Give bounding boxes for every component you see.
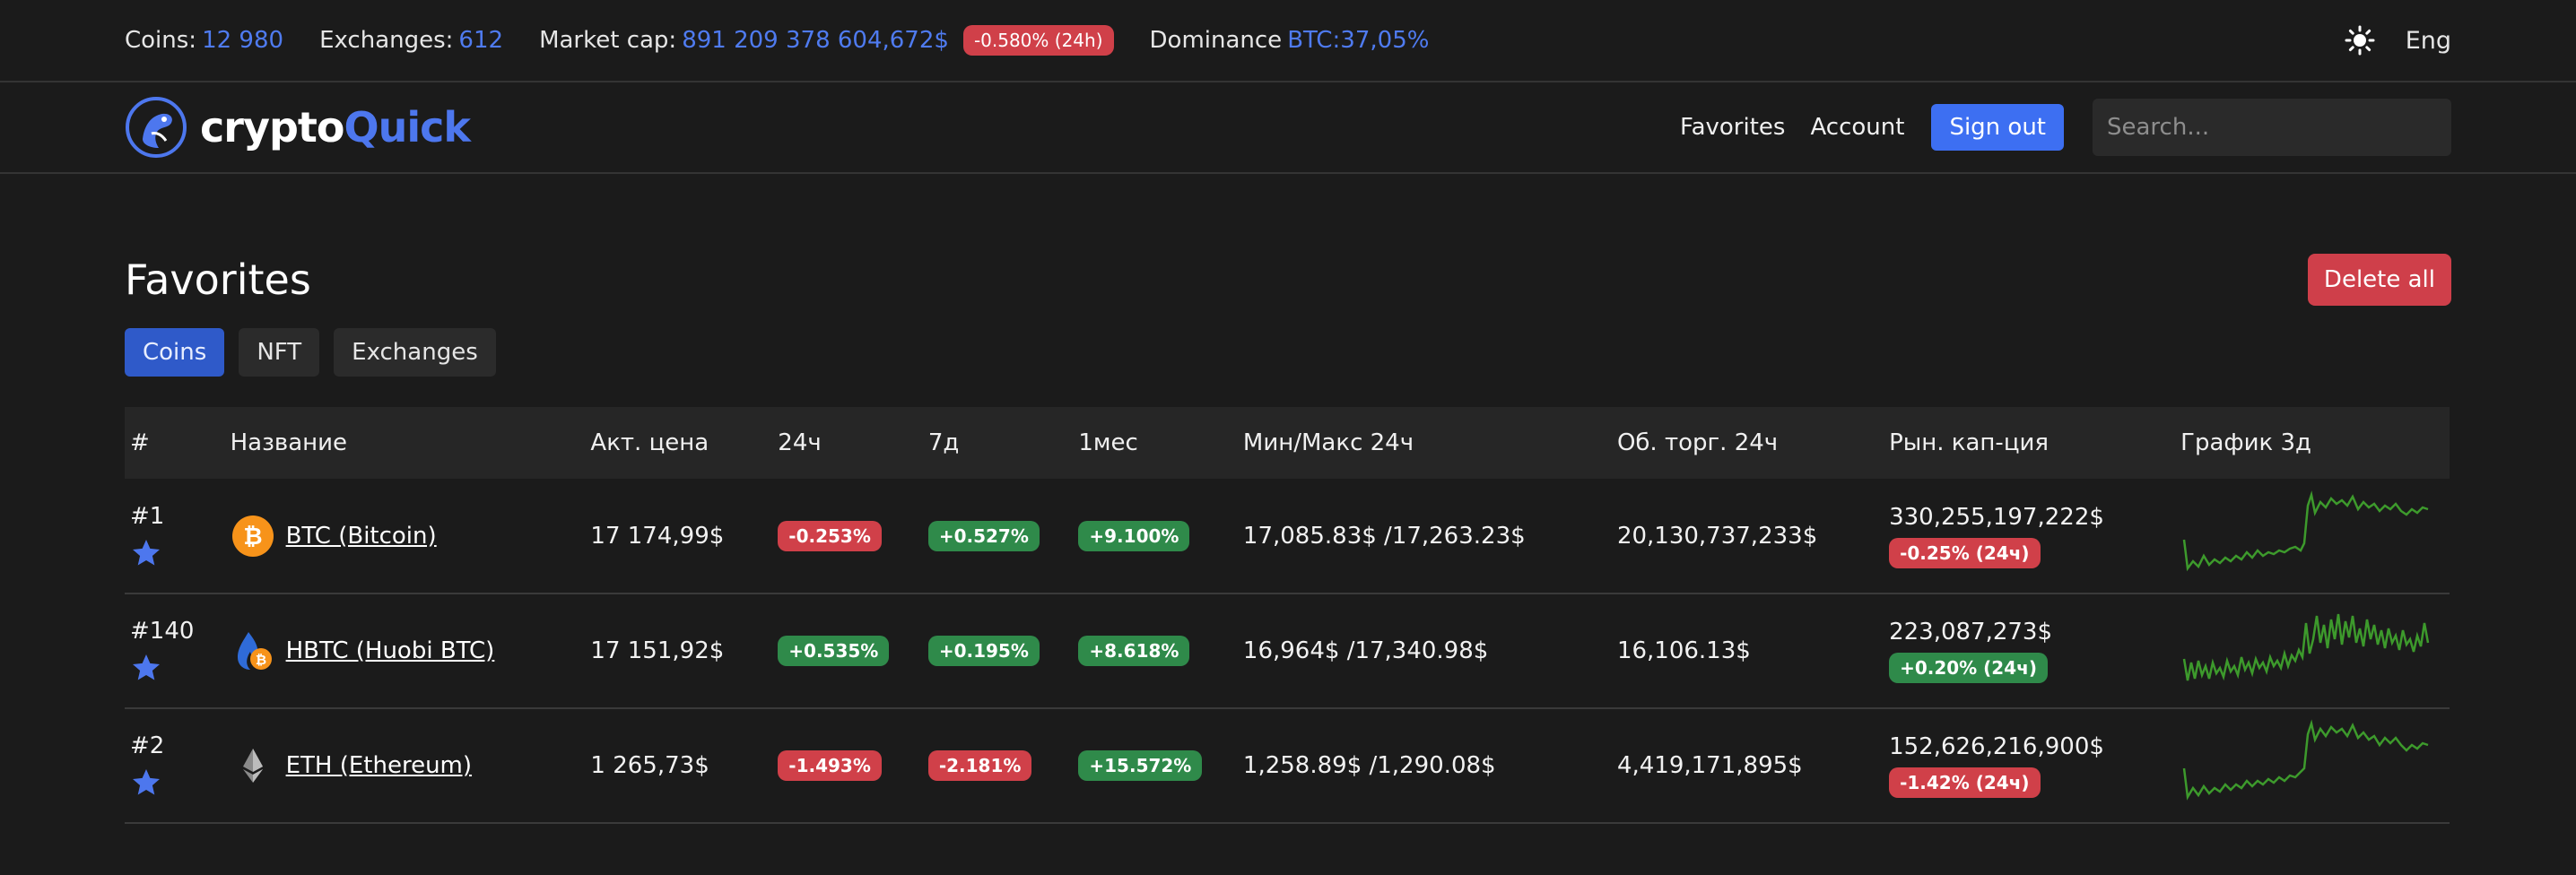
marketcap-cell: 223,087,273$ +0.20% (24ч) [1889, 619, 2175, 683]
marketcap-change-badge: +0.20% (24ч) [1889, 653, 2049, 683]
price-cell: 1 265,73$ [590, 752, 709, 779]
marketcap-cell: 330,255,197,222$ -0.25% (24ч) [1889, 504, 2175, 568]
rank-cell: #2 [130, 732, 225, 799]
table-row[interactable]: #140 ₿ HBTC (Huobi BTC) 17 151,92$ +0.53… [125, 593, 2450, 708]
delete-all-button[interactable]: Delete all [2307, 254, 2451, 306]
header-minmax[interactable]: Мин/Макс 24ч [1238, 407, 1612, 479]
tab-exchanges[interactable]: Exchanges [334, 328, 496, 377]
marketcap-change-badge: -0.25% (24ч) [1889, 537, 2041, 568]
marketcap-label: Market cap: [539, 27, 677, 54]
sparkline-chart [2182, 613, 2430, 680]
header-marketcap[interactable]: Рын. кап-ция [1884, 407, 2175, 479]
svg-text:₿: ₿ [243, 524, 262, 550]
coins-stat: Coins: 12 980 [125, 27, 283, 54]
rank-cell: #1 [130, 503, 225, 569]
marketcap-value: 330,255,197,222$ [1889, 503, 2104, 531]
sparkline-chart [2182, 490, 2429, 572]
exchanges-value[interactable]: 612 [458, 27, 503, 54]
marketcap-stat: Market cap: 891 209 378 604,672$ -0.580%… [539, 25, 1114, 56]
table-row[interactable]: #2 ETH (Ethereum) 1 265,73$ -1.493% -2.1… [125, 708, 2450, 823]
brand-name: cryptoQuick [200, 103, 471, 152]
huobi-btc-icon: ₿ [237, 632, 272, 670]
coins-value[interactable]: 12 980 [202, 27, 283, 54]
dominance-label: Dominance [1149, 27, 1283, 54]
price-cell: 17 174,99$ [590, 522, 725, 550]
change-7d-badge: -2.181% [927, 750, 1032, 781]
market-stats-bar: Coins: 12 980 Exchanges: 612 Market cap:… [0, 0, 2576, 82]
tab-nft[interactable]: NFT [239, 328, 320, 377]
minmax-cell: 1,258.89$ /1,290.08$ [1242, 752, 1496, 779]
marketcap-value: 891 209 378 604,672$ [682, 27, 949, 54]
header-chart: График 3д [2180, 429, 2312, 456]
coin-cell: ETH (Ethereum) [231, 743, 586, 788]
volume-cell: 16,106.13$ [1616, 637, 1751, 664]
favorites-tabs: Coins NFT Exchanges [125, 328, 2451, 377]
marketcap-value: 152,626,216,900$ [1889, 733, 2104, 760]
rank-number: #140 [130, 618, 195, 645]
dominance-stat: Dominance BTC:37,05% [1150, 27, 1430, 54]
change-24h-badge: -1.493% [778, 750, 882, 781]
change-24h-badge: +0.535% [778, 636, 890, 666]
change-1m-badge: +9.100% [1078, 520, 1190, 551]
rank-number: #2 [130, 732, 165, 759]
minmax-cell: 17,085.83$ /17,263.23$ [1242, 522, 1526, 550]
favorite-star-icon[interactable] [130, 537, 162, 569]
coin-name-link[interactable]: ETH (Ethereum) [286, 752, 472, 779]
coin-name-link[interactable]: BTC (Bitcoin) [286, 523, 437, 550]
change-1m-badge: +15.572% [1078, 750, 1203, 781]
header-volume[interactable]: Об. торг. 24ч [1612, 407, 1884, 479]
rank-cell: #140 [130, 618, 225, 684]
marketcap-cell: 152,626,216,900$ -1.42% (24ч) [1889, 733, 2175, 798]
logo-bird-icon [126, 97, 187, 158]
price-cell: 17 151,92$ [590, 637, 725, 664]
tab-coins[interactable]: Coins [125, 328, 225, 377]
brand-part-quick: Quick [344, 103, 470, 152]
language-selector[interactable]: Eng [2406, 27, 2451, 55]
change-7d-badge: +0.527% [927, 520, 1040, 551]
brand-part-crypto: crypto [200, 103, 344, 152]
title-row: Favorites Delete all [125, 253, 2451, 307]
header-1m[interactable]: 1мес [1073, 407, 1238, 479]
exchanges-label: Exchanges: [319, 27, 454, 54]
header-price[interactable]: Акт. цена [585, 407, 772, 479]
table-header-row: # Название Акт. цена 24ч 7д 1мес Мин/Мак… [125, 407, 2450, 479]
volume-cell: 20,130,737,233$ [1616, 522, 1818, 550]
coin-cell: ₿ HBTC (Huobi BTC) [231, 628, 586, 673]
navbar: cryptoQuick Favorites Account Sign out [0, 82, 2576, 174]
ethereum-icon [242, 749, 263, 783]
change-7d-badge: +0.195% [927, 636, 1040, 666]
change-1m-badge: +8.618% [1078, 636, 1190, 666]
table-row[interactable]: #1 ₿ BTC (Bitcoin) 17 174,99$ -0.253% +0… [125, 479, 2450, 593]
header-name[interactable]: Название [225, 407, 586, 479]
sign-out-button[interactable]: Sign out [1931, 104, 2064, 151]
page-title: Favorites [125, 256, 311, 304]
minmax-cell: 16,964$ /17,340.98$ [1242, 637, 1489, 664]
rank-number: #1 [130, 502, 165, 530]
coin-cell: ₿ BTC (Bitcoin) [231, 514, 586, 559]
svg-text:₿: ₿ [255, 652, 265, 668]
logo[interactable]: cryptoQuick [125, 96, 471, 159]
exchanges-stat: Exchanges: 612 [319, 27, 503, 54]
search-input[interactable] [2093, 99, 2451, 156]
favorites-section: Favorites Delete all Coins NFT Exchanges… [0, 253, 2576, 824]
marketcap-change-badge: -0.580% (24h) [962, 25, 1114, 56]
change-24h-badge: -0.253% [778, 520, 882, 551]
marketcap-change-badge: -1.42% (24ч) [1889, 767, 2041, 798]
sun-icon[interactable] [2345, 25, 2375, 56]
coins-label: Coins: [125, 27, 197, 54]
favorite-star-icon[interactable] [130, 767, 162, 799]
header-24h[interactable]: 24ч [772, 407, 923, 479]
marketcap-value: 223,087,273$ [1889, 619, 2053, 645]
nav-account[interactable]: Account [1810, 114, 1904, 141]
header-rank[interactable]: # [125, 407, 225, 479]
favorites-table: # Название Акт. цена 24ч 7д 1мес Мин/Мак… [125, 407, 2450, 824]
sparkline-chart [2182, 718, 2429, 801]
header-7d[interactable]: 7д [923, 407, 1074, 479]
coin-name-link[interactable]: HBTC (Huobi BTC) [286, 637, 495, 664]
nav-favorites[interactable]: Favorites [1680, 114, 1785, 141]
volume-cell: 4,419,171,895$ [1616, 752, 1803, 779]
bitcoin-icon: ₿ [231, 515, 274, 557]
dominance-value: BTC:37,05% [1287, 27, 1430, 54]
favorite-star-icon[interactable] [130, 652, 162, 684]
